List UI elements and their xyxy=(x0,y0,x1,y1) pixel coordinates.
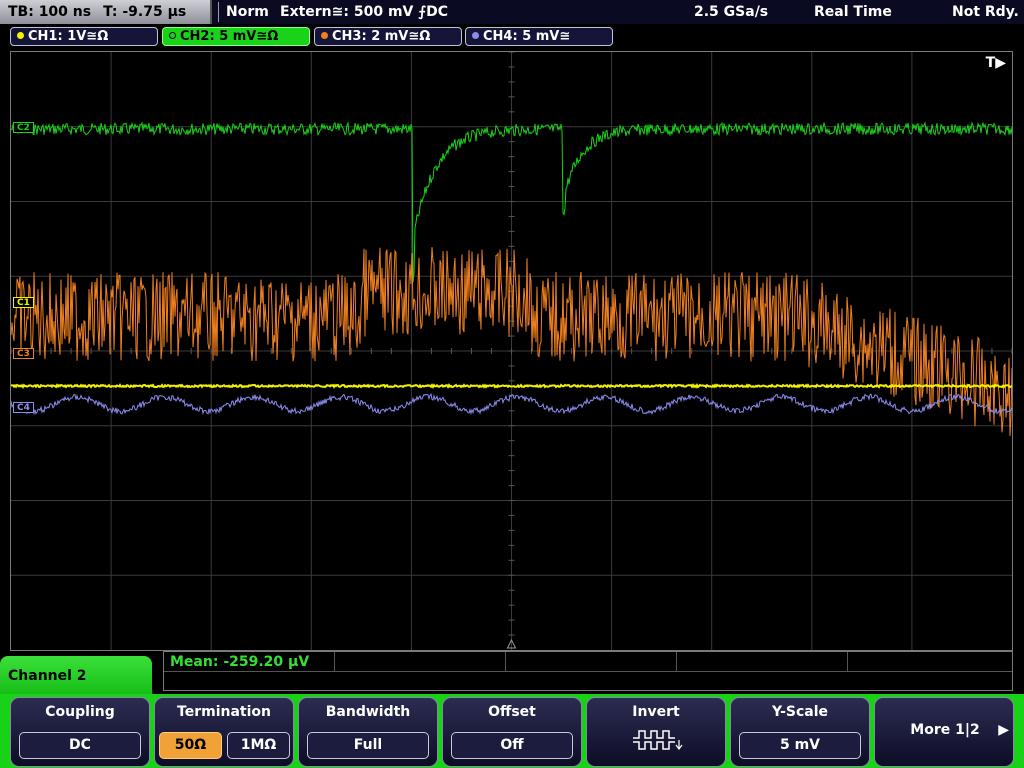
divider xyxy=(218,2,219,22)
bandwidth-softkey[interactable]: Bandwidth Full xyxy=(298,697,438,767)
offset-label: Offset xyxy=(488,704,536,720)
ch2-color-dot xyxy=(169,32,176,39)
coupling-value[interactable]: DC xyxy=(19,732,141,759)
tab-ch3-label: CH3: 2 mV≅Ω xyxy=(332,29,431,44)
coupling-softkey[interactable]: Coupling DC xyxy=(10,697,150,767)
tab-ch2-label: CH2: 5 mV≅Ω xyxy=(180,29,279,44)
offset-value[interactable]: Off xyxy=(451,732,573,759)
measurement-cell xyxy=(505,652,677,671)
invert-softkey[interactable]: Invert xyxy=(586,697,726,767)
measurement-cell xyxy=(334,652,506,671)
ch2-level-marker[interactable]: C2 xyxy=(13,122,34,133)
trigger-time-label: T: -9.75 µs xyxy=(103,4,187,20)
ch3-color-dot xyxy=(321,32,328,39)
sample-rate-label: 2.5 GSa/s xyxy=(694,4,769,20)
status-bar: TB: 100 ns T: -9.75 µs Norm Extern≅: 500 … xyxy=(0,0,1024,24)
waveform-display[interactable]: T▶ C2 C1 C3 C4 xyxy=(10,51,1013,651)
tab-ch1-label: CH1: 1V≅Ω xyxy=(28,29,109,44)
tab-ch4[interactable]: CH4: 5 mV≅ xyxy=(465,27,613,46)
channel-tabs: CH1: 1V≅Ω CH2: 5 mV≅Ω CH3: 2 mV≅Ω CH4: 5… xyxy=(0,26,1024,48)
yscale-value[interactable]: 5 mV xyxy=(739,732,861,759)
tab-ch1[interactable]: CH1: 1V≅Ω xyxy=(10,27,158,46)
waveform-canvas xyxy=(11,52,1012,650)
ch1-color-dot xyxy=(17,32,24,39)
yscale-label: Y-Scale xyxy=(771,704,828,720)
bandwidth-label: Bandwidth xyxy=(325,704,411,720)
timebase-panel[interactable]: TB: 100 ns T: -9.75 µs xyxy=(0,0,212,24)
termination-label: Termination xyxy=(177,704,271,720)
offset-softkey[interactable]: Offset Off xyxy=(442,697,582,767)
more-label: More 1|2 xyxy=(910,722,980,738)
measurement-cell xyxy=(164,652,335,671)
measurement-cell xyxy=(676,652,848,671)
ch3-level-marker[interactable]: C3 xyxy=(13,348,34,359)
coupling-label: Coupling xyxy=(45,704,115,720)
termination-softkey[interactable]: Termination 50Ω 1MΩ xyxy=(154,697,294,767)
ch4-level-marker[interactable]: C4 xyxy=(13,402,34,413)
termination-1mohm-option[interactable]: 1MΩ xyxy=(227,732,290,759)
arrow-right-icon: ▶ xyxy=(998,722,1009,738)
trigger-mode-label[interactable]: Norm xyxy=(226,0,269,24)
invert-waveform-icon xyxy=(633,730,683,750)
trigger-position-indicator: T▶ xyxy=(985,55,1006,71)
tab-ch4-label: CH4: 5 mV≅ xyxy=(483,29,571,44)
trigger-source-label[interactable]: Extern≅: 500 mV ⨍DC xyxy=(280,0,448,24)
ch4-color-dot xyxy=(472,32,479,39)
tab-ch3[interactable]: CH3: 2 mV≅Ω xyxy=(314,27,462,46)
tab-ch2[interactable]: CH2: 5 mV≅Ω xyxy=(162,27,310,46)
measurement-panel: Mean: -259.20 µV xyxy=(163,651,1013,691)
bandwidth-value[interactable]: Full xyxy=(307,732,429,759)
timebase-label: TB: 100 ns xyxy=(8,4,92,20)
acquisition-mode-label: Real Time xyxy=(814,4,892,20)
invert-label: Invert xyxy=(632,704,680,720)
more-softkey[interactable]: More 1|2 ▶ xyxy=(874,697,1014,767)
termination-50ohm-option[interactable]: 50Ω xyxy=(159,732,222,759)
yscale-softkey[interactable]: Y-Scale 5 mV xyxy=(730,697,870,767)
acquisition-state-label: Not Rdy. xyxy=(952,4,1019,20)
ch1-level-marker[interactable]: C1 xyxy=(13,297,34,308)
measurement-divider xyxy=(164,671,1012,672)
